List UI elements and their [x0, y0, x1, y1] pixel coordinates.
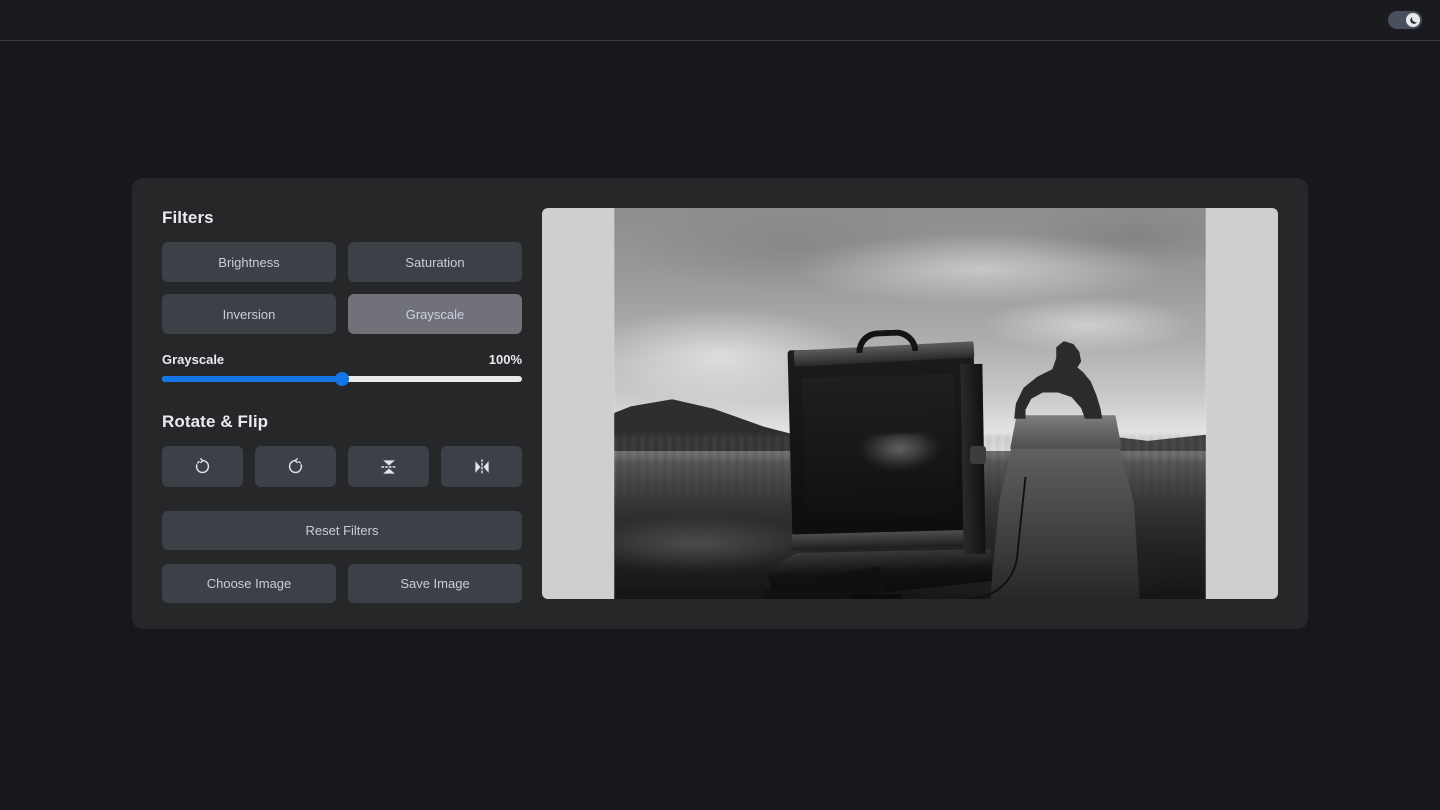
dark-mode-toggle[interactable]: [1388, 11, 1422, 29]
filter-button-saturation[interactable]: Saturation: [348, 242, 522, 282]
moon-icon: [1409, 16, 1418, 25]
flip-horizontal-icon: [472, 457, 492, 477]
slider-fill: [162, 376, 342, 382]
rotate-flip-button-row: [162, 446, 522, 487]
preview-image: [614, 208, 1206, 599]
photo-camera-knob: [970, 446, 986, 464]
file-action-row: Choose Image Save Image: [162, 564, 522, 603]
controls-column: Filters Brightness Saturation Inversion …: [162, 208, 522, 603]
rotate-clockwise-icon: [193, 457, 212, 476]
filter-slider[interactable]: [162, 372, 522, 386]
rotate-flip-section-title: Rotate & Flip: [162, 412, 269, 431]
photo-tripod-head: [850, 594, 902, 599]
filter-slider-block: Grayscale 100%: [162, 352, 522, 386]
flip-horizontal-button[interactable]: [441, 446, 522, 487]
filters-section-title: Filters: [162, 208, 214, 227]
rotate-counterclockwise-icon: [286, 457, 305, 476]
slider-thumb[interactable]: [335, 372, 349, 386]
rotate-counterclockwise-button[interactable]: [255, 446, 336, 487]
filter-button-inversion[interactable]: Inversion: [162, 294, 336, 334]
filter-button-brightness[interactable]: Brightness: [162, 242, 336, 282]
slider-labels: Grayscale 100%: [162, 352, 522, 367]
filter-button-grid: Brightness Saturation Inversion Grayscal…: [162, 242, 522, 334]
photo-camera-glass-reflection: [859, 432, 941, 472]
top-header-bar: [0, 0, 1440, 41]
slider-name-label: Grayscale: [162, 352, 225, 367]
image-editor-panel: Filters Brightness Saturation Inversion …: [132, 178, 1308, 629]
image-preview-container: [542, 208, 1278, 599]
filter-button-grayscale[interactable]: Grayscale: [348, 294, 522, 334]
save-image-button[interactable]: Save Image: [348, 564, 522, 603]
flip-vertical-icon: [379, 457, 399, 477]
choose-image-button[interactable]: Choose Image: [162, 564, 336, 603]
rotate-clockwise-button[interactable]: [162, 446, 243, 487]
flip-vertical-button[interactable]: [348, 446, 429, 487]
slider-value-label: 100%: [488, 352, 522, 367]
toggle-knob: [1406, 13, 1420, 27]
reset-filters-button[interactable]: Reset Filters: [162, 511, 522, 550]
photo-statue-plinth: [1010, 415, 1122, 449]
